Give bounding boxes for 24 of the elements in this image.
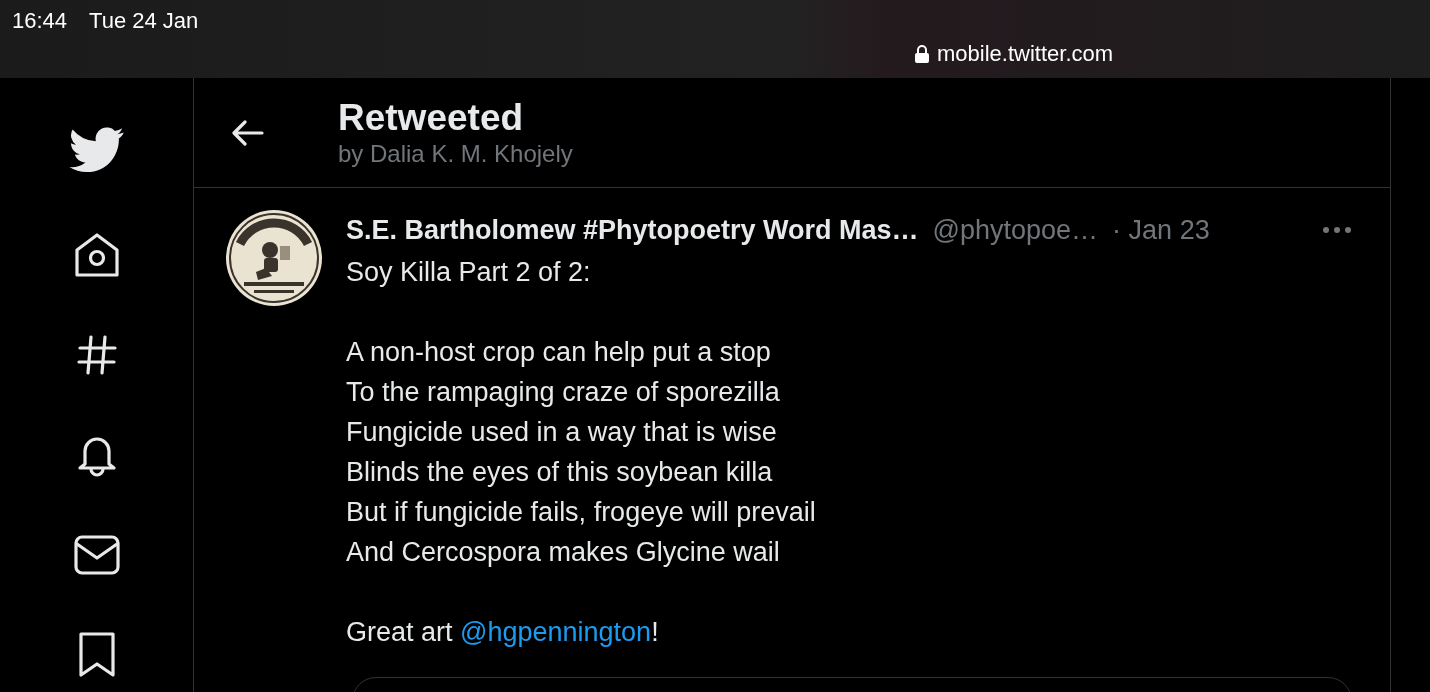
author-handle[interactable]: @phytopoe…: [932, 210, 1099, 250]
mail-icon[interactable]: [73, 535, 120, 575]
tweet-text: Great art @hgpennington!: [346, 616, 660, 649]
tweet-time[interactable]: · Jan 23: [1112, 210, 1210, 250]
author-name[interactable]: S.E. Bartholomew #Phytopoetry Word Mas…: [346, 210, 919, 250]
poem-line: And Cercospora makes Glycine wail: [346, 536, 781, 569]
page-title: Retweeted: [338, 95, 524, 140]
clock-time: 16:44: [12, 8, 68, 34]
poem-line: But if fungicide fails, frogeye will prevail: [346, 496, 817, 529]
mention-link[interactable]: @hgpennington: [460, 617, 652, 647]
poem-line: A non-host crop can help put a stop: [346, 336, 772, 369]
page-subtitle: by Dalia K. M. Khojely: [338, 139, 573, 168]
tweet-text: Soy Killa Part 2 of 2:: [346, 256, 592, 289]
poem-line: Blinds the eyes of this soybean killa: [346, 456, 774, 489]
url-text[interactable]: mobile.twitter.com: [937, 41, 1114, 67]
hashtag-icon[interactable]: [76, 335, 117, 375]
poem-line: To the rampaging craze of sporezilla: [346, 376, 781, 409]
lock-icon: [915, 45, 929, 63]
more-icon[interactable]: [1322, 226, 1352, 234]
poem-line: Fungicide used in a way that is wise: [346, 416, 778, 449]
home-icon[interactable]: [72, 232, 121, 278]
date-text: Tue 24 Jan: [89, 8, 199, 34]
bookmark-icon[interactable]: [78, 632, 115, 678]
bird-logo-icon[interactable]: [68, 127, 125, 173]
